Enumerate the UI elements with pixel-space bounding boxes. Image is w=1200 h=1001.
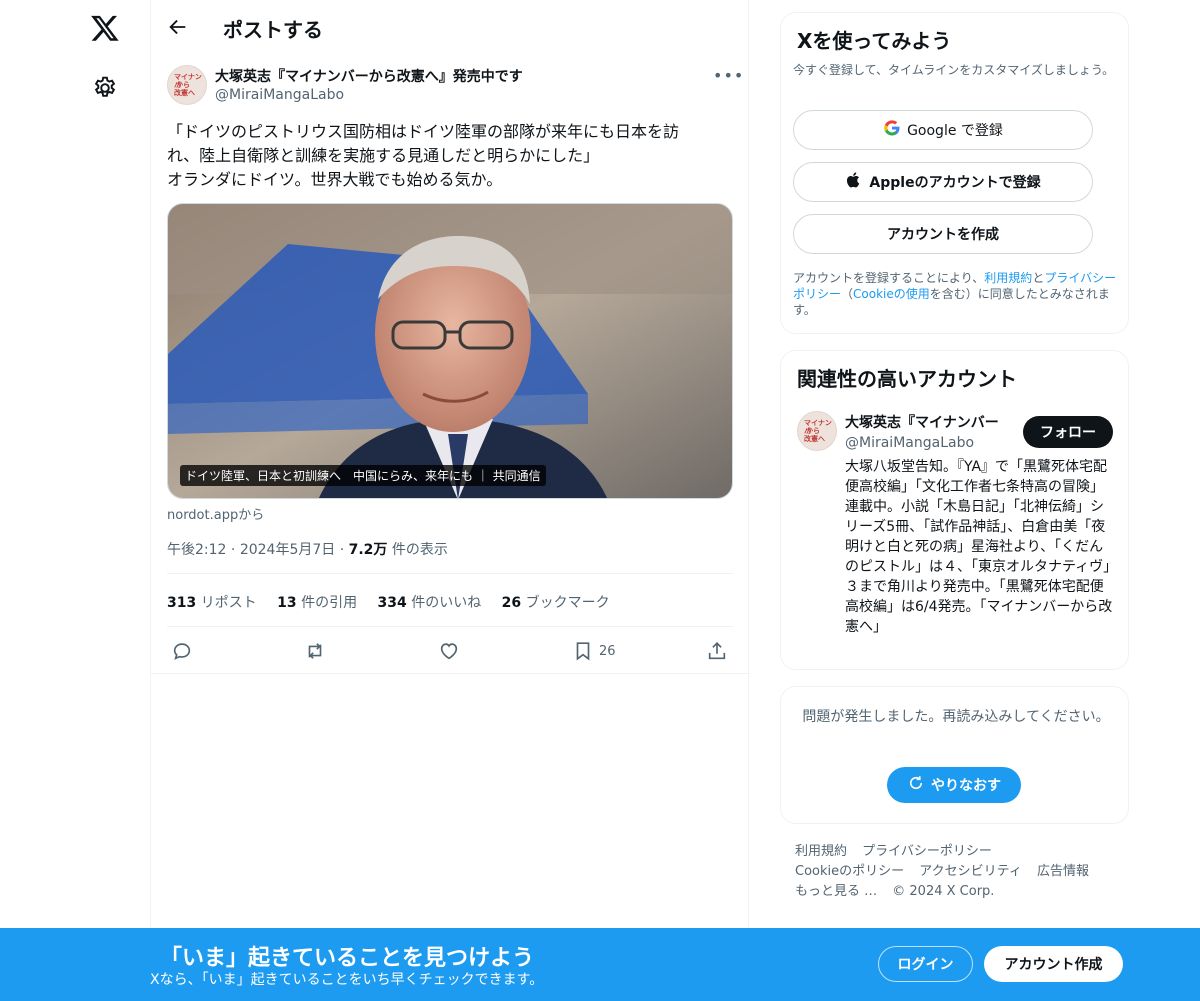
refresh-icon	[907, 774, 925, 796]
post-text-line: れ、陸上自衛隊と訓練を実施する見通しだと明らかにした」	[167, 146, 600, 165]
views-label: 件の表示	[391, 542, 448, 558]
avatar-text: から	[806, 427, 820, 435]
main-column: ポストする マイナンバ から 改憲へ 大塚英志『マイナンバーから改憲へ』発売中で…	[150, 0, 750, 930]
footer-more-link[interactable]: もっと見る …	[795, 884, 877, 899]
google-signup-label: Google で登録	[907, 123, 1003, 139]
x-logo-icon[interactable]	[90, 13, 120, 43]
divider	[167, 573, 733, 574]
cookie-link[interactable]: Cookieの使用	[853, 287, 930, 301]
like-heart-icon[interactable]	[438, 640, 462, 664]
related-bio: 大塚八坂堂告知。『YA』で「黒鷺死体宅配便高校編」「文化工作者七条特高の冒険」連…	[845, 459, 1113, 635]
signup-card-subtitle: 今すぐ登録して、タイムラインをカスタマイズしましょう。	[793, 63, 1115, 77]
related-handle[interactable]: @MiraiMangaLabo	[845, 435, 974, 451]
related-card-title: 関連性の高いアカウント	[797, 367, 1017, 391]
footer-accessibility-link[interactable]: アクセシビリティ	[919, 864, 1022, 879]
avatar-text: 改憲へ	[804, 435, 825, 443]
post-date[interactable]: 2024年5月7日	[240, 542, 335, 558]
terms-link[interactable]: 利用規約	[984, 271, 1032, 285]
create-account-button[interactable]: アカウントを作成	[793, 214, 1093, 254]
divider	[151, 673, 750, 674]
banner-title: 「いま」起きていることを見つけよう	[160, 946, 535, 971]
post-stats: 313 リポスト 13 件の引用 334 件のいいね 26 ブックマーク	[167, 592, 626, 612]
share-icon[interactable]	[706, 640, 730, 664]
author-avatar[interactable]: マイナンバ から 改憲へ	[167, 65, 207, 105]
post-time[interactable]: 午後2:12	[167, 542, 226, 558]
footer-ads-link[interactable]: 広告情報	[1037, 864, 1089, 879]
create-account-label: アカウントを作成	[887, 227, 999, 243]
post-meta: 午後2:12 · 2024年5月7日 · 7.2万 件の表示	[167, 539, 448, 559]
apple-signup-label: Appleのアカウントで登録	[869, 175, 1041, 191]
error-message: 問題が発生しました。再読み込みしてください。	[802, 709, 1110, 725]
divider	[167, 626, 733, 627]
error-card: 問題が発生しました。再読み込みしてください。 やりなおす	[780, 686, 1129, 824]
author-name[interactable]: 大塚英志『マイナンバーから改憲へ』発売中です	[215, 66, 523, 86]
follow-button[interactable]: フォロー	[1023, 416, 1113, 448]
left-nav	[0, 0, 150, 1001]
post-text-line: オランダにドイツ。世界大戦でも始める気か。	[167, 170, 503, 189]
action-bar: 26	[167, 640, 733, 664]
banner-subtitle: Xなら、「いま」起きていることをいち早くチェックできます。	[150, 972, 544, 988]
media-caption: ドイツ陸軍、日本と初訓練へ 中国にらみ、来年にも ｜ 共同通信	[180, 465, 546, 486]
bottom-banner: 「いま」起きていることを見つけよう Xなら、「いま」起きていることをいち早くチェ…	[0, 928, 1200, 1001]
related-accounts-card: 関連性の高いアカウント マイナンバ から 改憲へ 大塚英志『マイナンバー @Mi…	[780, 350, 1129, 670]
link-source[interactable]: nordot.appから	[167, 504, 264, 523]
back-arrow-icon[interactable]	[167, 16, 189, 38]
google-signup-button[interactable]: Google で登録	[793, 110, 1093, 150]
reply-icon[interactable]	[171, 640, 195, 664]
stat-likes[interactable]: 334 件のいいね	[378, 595, 482, 611]
legal-text: アカウントを登録することにより、利用規約とプライバシーポリシー（Cookieの使…	[793, 271, 1117, 317]
separator: ·	[339, 542, 349, 558]
bookmark-icon[interactable]	[572, 640, 596, 664]
top-bar: ポストする	[151, 0, 750, 55]
login-button[interactable]: ログイン	[878, 946, 973, 982]
related-avatar[interactable]: マイナンバ から 改憲へ	[797, 411, 837, 451]
settings-gear-icon[interactable]	[92, 75, 118, 101]
link-card-image[interactable]: ドイツ陸軍、日本と初訓練へ 中国にらみ、来年にも ｜ 共同通信	[167, 203, 733, 499]
footer-privacy-link[interactable]: プライバシーポリシー	[862, 844, 992, 859]
stat-quotes[interactable]: 13 件の引用	[277, 595, 357, 611]
stat-bookmarks[interactable]: 26 ブックマーク	[502, 595, 610, 611]
signup-card: Xを使ってみよう 今すぐ登録して、タイムラインをカスタマイズしましょう。 Goo…	[780, 12, 1129, 334]
avatar-text: 改憲へ	[174, 89, 195, 97]
author-handle[interactable]: @MiraiMangaLabo	[215, 87, 344, 103]
more-options-icon[interactable]: •••	[713, 66, 744, 85]
signup-button[interactable]: アカウント作成	[984, 946, 1123, 982]
google-g-icon	[883, 119, 901, 141]
apple-signup-button[interactable]: Appleのアカウントで登録	[793, 162, 1093, 202]
retry-button[interactable]: やりなおす	[887, 767, 1021, 803]
avatar-text: から	[176, 81, 190, 89]
post-text-line: 「ドイツのピストリウス国防相はドイツ陸軍の部隊が来年にも日本を訪	[167, 122, 680, 141]
post-text: 「ドイツのピストリウス国防相はドイツ陸軍の部隊が来年にも日本を訪 れ、陸上自衛隊…	[167, 120, 727, 192]
footer-links: 利用規約 プライバシーポリシー Cookieのポリシー アクセシビリティ 広告情…	[795, 842, 1115, 902]
related-name[interactable]: 大塚英志『マイナンバー	[845, 412, 1013, 432]
stat-reposts[interactable]: 313 リポスト	[167, 595, 257, 611]
footer-copyright: © 2024 X Corp.	[892, 884, 995, 899]
retry-label: やりなおす	[931, 778, 1001, 794]
page-title: ポストする	[223, 18, 323, 42]
signup-card-title: Xを使ってみよう	[797, 29, 952, 53]
views-count: 7.2万	[348, 542, 388, 558]
footer-terms-link[interactable]: 利用規約	[795, 844, 847, 859]
apple-logo-icon	[845, 171, 863, 193]
footer-cookie-link[interactable]: Cookieのポリシー	[795, 864, 904, 879]
news-photo	[168, 204, 732, 498]
bookmark-count: 26	[599, 644, 616, 659]
separator: ·	[230, 542, 240, 558]
repost-icon[interactable]	[304, 640, 328, 664]
